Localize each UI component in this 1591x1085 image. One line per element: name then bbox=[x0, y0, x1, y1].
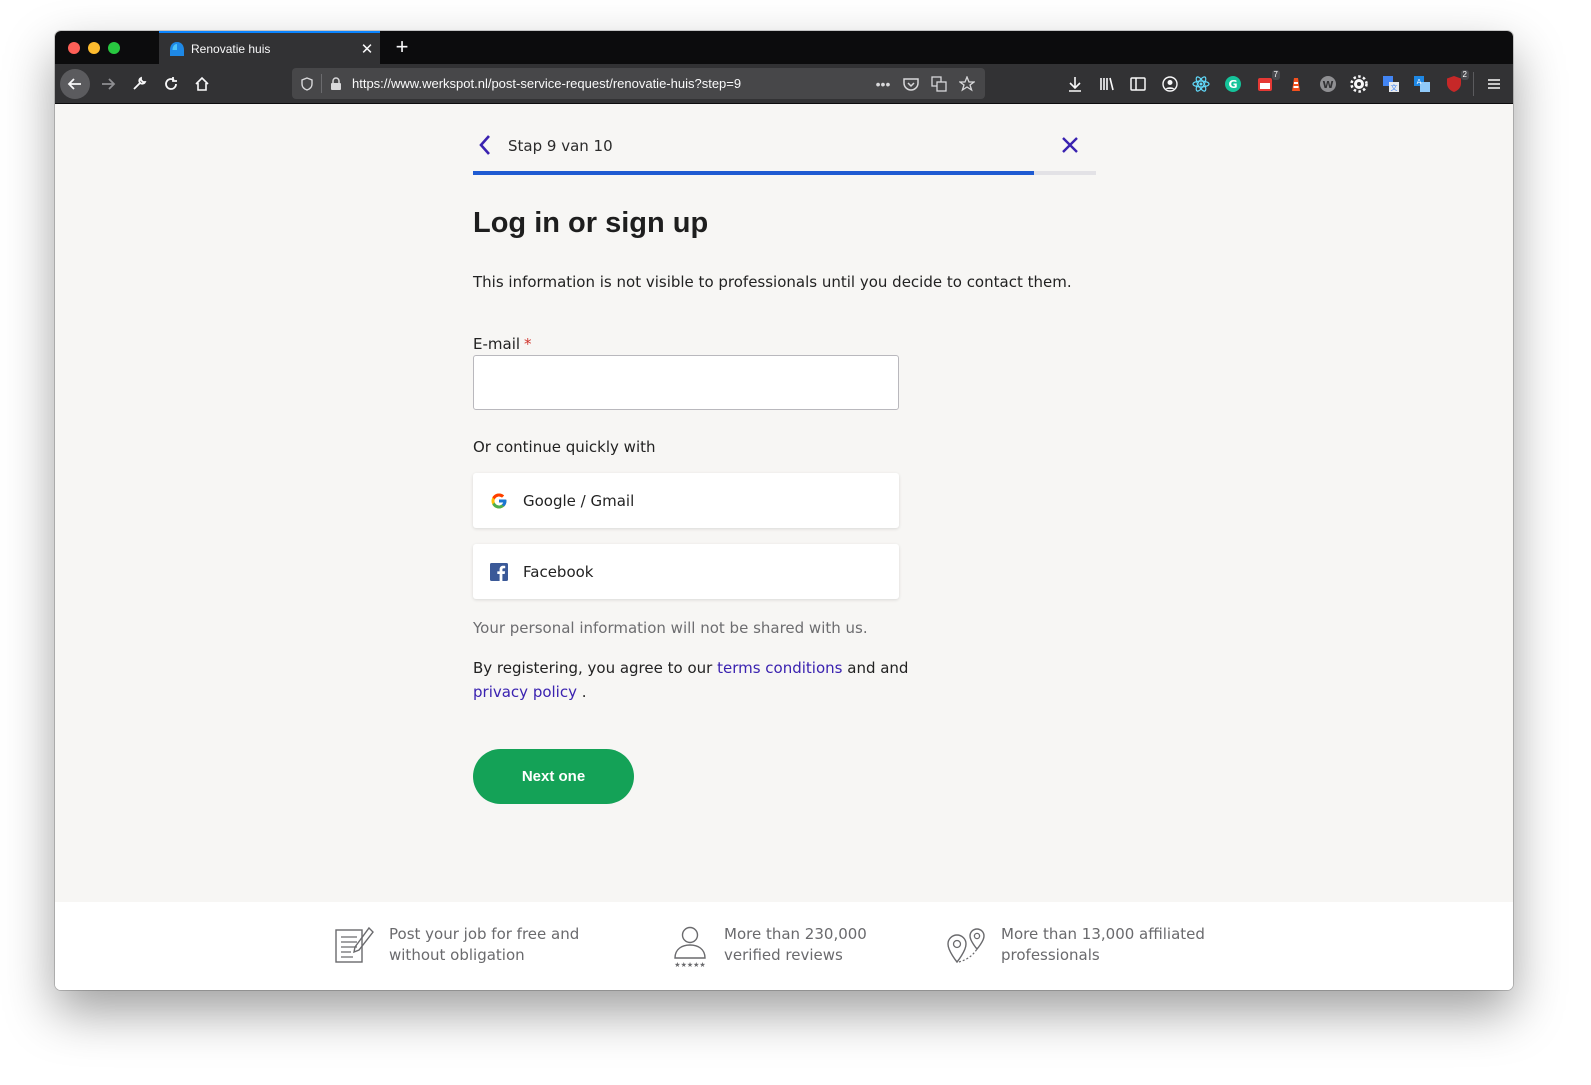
email-label-text: E-mail bbox=[473, 335, 521, 353]
zoom-window-button[interactable] bbox=[108, 42, 120, 54]
wrench-icon bbox=[133, 76, 147, 90]
tab-renovatie-huis[interactable]: Renovatie huis ✕ bbox=[159, 31, 380, 64]
new-tab-button[interactable]: + bbox=[389, 34, 415, 60]
progress-fill bbox=[473, 171, 1034, 175]
calendar-badge: 7 bbox=[1271, 70, 1280, 80]
google-icon bbox=[489, 491, 509, 511]
next-button[interactable]: Next one bbox=[473, 749, 634, 804]
page-title: Log in or sign up bbox=[473, 207, 709, 239]
feature-text: More than 13,000 affiliated professional… bbox=[1001, 925, 1205, 964]
home-icon bbox=[195, 76, 209, 91]
tab-title: Renovatie huis bbox=[191, 41, 271, 56]
intro-text: This information is not visible to profe… bbox=[473, 273, 1072, 291]
terms-suffix: . bbox=[581, 683, 587, 701]
facebook-icon bbox=[489, 562, 509, 582]
lock-icon[interactable] bbox=[327, 75, 345, 93]
required-asterisk: * bbox=[524, 335, 532, 353]
svg-text:W: W bbox=[1322, 80, 1333, 91]
document-edit-icon bbox=[335, 926, 374, 963]
page-content: Stap 9 van 10 Log in or sign up This inf… bbox=[55, 105, 1513, 990]
bookmark-star-icon[interactable] bbox=[958, 75, 976, 93]
more-actions-icon[interactable]: ••• bbox=[874, 75, 892, 93]
toolbar-divider bbox=[1473, 72, 1474, 96]
feature-text: More than 230,000 verified reviews bbox=[724, 925, 867, 964]
map-pin-icon bbox=[947, 928, 985, 964]
close-window-button[interactable] bbox=[68, 42, 80, 54]
react-devtools-icon[interactable] bbox=[1190, 73, 1212, 95]
forward-button[interactable] bbox=[93, 69, 123, 99]
werkspot-favicon-icon bbox=[170, 41, 184, 56]
arrow-right-icon bbox=[102, 78, 116, 90]
ublock-badge: 2 bbox=[1460, 70, 1469, 80]
facebook-login-label: Facebook bbox=[523, 562, 594, 581]
terms-prefix: By registering, you agree to our bbox=[473, 659, 713, 677]
language-translate-icon[interactable]: A bbox=[1411, 73, 1433, 95]
gear-icon[interactable] bbox=[1348, 73, 1370, 95]
step-back-button[interactable] bbox=[473, 131, 497, 159]
devtools-button[interactable] bbox=[124, 69, 154, 99]
grammarly-icon[interactable]: G bbox=[1222, 73, 1244, 95]
close-icon bbox=[1062, 137, 1078, 153]
sidebar-icon[interactable] bbox=[1127, 73, 1149, 95]
back-button[interactable] bbox=[60, 69, 90, 99]
feature-reviews: ★★★★★ More than 230,000 verified reviews bbox=[668, 924, 867, 968]
feature-footer: Post your job for free and without oblig… bbox=[55, 902, 1513, 990]
feature-text: Post your job for free and without oblig… bbox=[389, 925, 580, 964]
privacy-policy-link[interactable]: privacy policy bbox=[473, 683, 577, 701]
reviewer-icon: ★★★★★ bbox=[674, 926, 706, 968]
terms-middle: and and bbox=[847, 659, 909, 677]
feature-professionals: More than 13,000 affiliated professional… bbox=[945, 924, 1205, 968]
reload-button[interactable] bbox=[156, 69, 186, 99]
privacy-note: Your personal information will not be sh… bbox=[473, 619, 868, 637]
reload-icon bbox=[165, 77, 177, 90]
calendar-extension-icon[interactable]: 7 bbox=[1254, 70, 1280, 95]
downloads-icon[interactable] bbox=[1064, 73, 1086, 95]
google-translate-icon[interactable]: 文 bbox=[1380, 73, 1402, 95]
home-button[interactable] bbox=[187, 69, 217, 99]
account-icon[interactable] bbox=[1159, 73, 1181, 95]
tracking-shield-icon[interactable] bbox=[298, 75, 316, 93]
or-continue-text: Or continue quickly with bbox=[473, 438, 656, 456]
lighthouse-icon[interactable] bbox=[1285, 73, 1307, 95]
minimize-window-button[interactable] bbox=[88, 42, 100, 54]
arrow-left-icon bbox=[67, 78, 81, 90]
wappalyzer-icon[interactable]: W bbox=[1317, 73, 1339, 95]
terms-conditions-link[interactable]: terms conditions bbox=[717, 659, 842, 677]
ublock-shield-icon[interactable]: 2 bbox=[1443, 70, 1469, 95]
facebook-login-button[interactable]: Facebook bbox=[473, 544, 899, 599]
nav-toolbar: https://www.werkspot.nl/post-service-req… bbox=[55, 64, 1513, 104]
svg-text:G: G bbox=[1228, 78, 1237, 91]
close-wizard-button[interactable] bbox=[1058, 133, 1082, 157]
url-text[interactable]: https://www.werkspot.nl/post-service-req… bbox=[352, 76, 741, 91]
email-field[interactable] bbox=[473, 355, 899, 410]
step-label: Stap 9 van 10 bbox=[508, 137, 613, 155]
tab-strip: Renovatie huis ✕ + bbox=[55, 31, 1513, 64]
hamburger-menu-icon[interactable] bbox=[1483, 73, 1505, 95]
terms-text: By registering, you agree to our terms c… bbox=[473, 656, 913, 704]
svg-text:A: A bbox=[1417, 78, 1422, 86]
step-header: Stap 9 van 10 bbox=[473, 131, 1096, 175]
email-label: E-mail * bbox=[473, 335, 532, 353]
progress-bar bbox=[473, 171, 1096, 175]
close-tab-icon[interactable]: ✕ bbox=[354, 40, 380, 58]
google-login-label: Google / Gmail bbox=[523, 491, 635, 510]
translate-icon[interactable] bbox=[930, 75, 948, 93]
url-divider bbox=[321, 74, 322, 93]
svg-text:★★★★★: ★★★★★ bbox=[674, 961, 705, 968]
library-icon[interactable] bbox=[1096, 73, 1118, 95]
svg-text:文: 文 bbox=[1391, 83, 1398, 92]
url-bar[interactable]: https://www.werkspot.nl/post-service-req… bbox=[292, 68, 985, 99]
google-login-button[interactable]: Google / Gmail bbox=[473, 473, 899, 528]
feature-post-job: Post your job for free and without oblig… bbox=[333, 924, 579, 968]
browser-window: Renovatie huis ✕ + https://www.werkspot.… bbox=[55, 31, 1513, 990]
chevron-left-icon bbox=[479, 135, 490, 155]
pocket-icon[interactable] bbox=[902, 75, 920, 93]
